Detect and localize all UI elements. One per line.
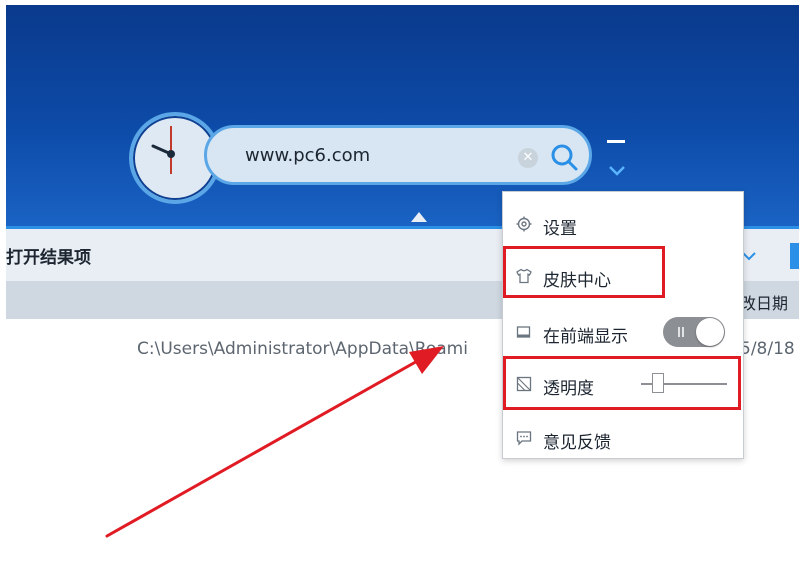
open-result-label[interactable]: 打开结果项 — [6, 243, 91, 268]
always-on-top-toggle[interactable] — [663, 317, 725, 347]
clear-icon[interactable]: ✕ — [518, 148, 538, 168]
minimize-icon[interactable] — [607, 140, 625, 143]
app-window: www.pc6.com ✕ 打开结果项 改日期 C:\Users\Adminis… — [6, 5, 799, 570]
menu-item-skin-center[interactable]: 皮肤中心 — [503, 256, 743, 296]
window-icon — [516, 326, 531, 338]
toggle-on-icon — [678, 327, 684, 337]
menu-item-always-on-top[interactable]: 在前端显示 — [503, 312, 743, 352]
menu-item-settings[interactable]: 设置 — [503, 204, 743, 244]
toolbar-chevron-icon[interactable] — [742, 251, 756, 261]
menu-label-settings: 设置 — [543, 219, 577, 239]
transparency-slider-thumb[interactable] — [652, 373, 665, 393]
clock-face — [151, 126, 175, 174]
chevron-down-icon[interactable] — [608, 165, 626, 177]
search-bar[interactable]: www.pc6.com ✕ — [204, 125, 592, 185]
search-icon[interactable] — [549, 142, 579, 172]
row-date: 5/8/18 — [740, 339, 795, 359]
opacity-icon — [516, 376, 532, 392]
menu-label-feedback: 意见反馈 — [543, 433, 611, 453]
menu-label-always-on-top: 在前端显示 — [543, 327, 628, 347]
menu-item-feedback[interactable]: 意见反馈 — [503, 418, 743, 458]
row-path: C:\Users\Administrator\AppData\Roami — [137, 339, 468, 359]
menu-label-transparency: 透明度 — [543, 379, 594, 399]
search-input[interactable]: www.pc6.com — [245, 145, 370, 166]
toolbar-tab[interactable] — [790, 243, 799, 269]
shirt-icon — [516, 268, 532, 284]
settings-menu: 设置 皮肤中心 在前端显示 透明度 意见反馈 — [502, 191, 744, 459]
menu-label-skin-center: 皮肤中心 — [543, 271, 611, 291]
menu-item-transparency[interactable]: 透明度 — [503, 364, 743, 404]
header-notch — [411, 212, 427, 222]
gear-icon — [516, 216, 532, 232]
toggle-knob — [696, 318, 724, 346]
column-date-header[interactable]: 改日期 — [740, 290, 788, 314]
chat-icon — [516, 431, 532, 446]
